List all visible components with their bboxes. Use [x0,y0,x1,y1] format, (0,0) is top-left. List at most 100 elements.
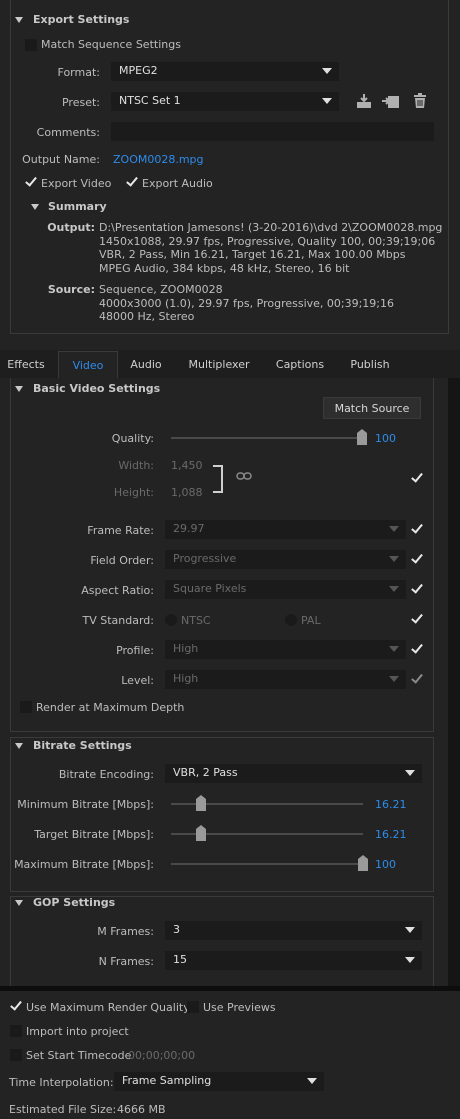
output-summary-label: Output: [47,221,95,234]
preset-label: Preset: [61,96,100,109]
time-interpolation-value: Frame Sampling [122,1074,212,1087]
profile-match-checkbox[interactable] [410,642,424,656]
comments-label: Comments: [36,126,100,139]
import-project-checkbox[interactable] [10,1025,22,1037]
ntsc-radio[interactable] [165,614,177,626]
output-summary-lines: D:\Presentation Jamesons! (3-20-2016)\dv… [99,221,442,275]
quality-label: Quality: [111,432,154,445]
format-dropdown[interactable]: MPEG2 [111,62,339,81]
dimensions-match-checkbox[interactable] [410,471,424,485]
chevron-down-icon [322,98,332,104]
ntsc-label: NTSC [181,614,211,627]
target-bitrate-slider-thumb[interactable] [196,825,206,841]
match-sequence-label: Match Sequence Settings [41,38,181,51]
format-label: Format: [57,66,100,79]
tab-divider [448,378,460,988]
link-icon[interactable] [236,470,252,482]
start-timecode-value: 00;00;00;00 [128,1049,196,1062]
frame-rate-value: 29.97 [173,522,205,535]
render-max-depth-checkbox[interactable] [20,701,32,713]
level-dropdown[interactable]: High [165,670,406,689]
m-frames-label: M Frames: [97,925,154,938]
output-name-label: Output Name: [22,153,100,166]
pal-radio[interactable] [285,614,297,626]
quality-slider-thumb[interactable] [357,429,367,445]
time-interpolation-label: Time Interpolation: [9,1076,114,1089]
chevron-down-icon [389,646,399,652]
quality-slider-track[interactable] [171,437,367,439]
profile-dropdown[interactable]: High [165,640,406,659]
tv-standard-label: TV Standard: [82,614,155,627]
use-previews-checkbox[interactable] [187,1001,199,1013]
aspect-ratio-match-checkbox[interactable] [410,582,424,596]
comments-input[interactable] [111,122,434,141]
collapse-export-settings-icon[interactable] [15,17,23,23]
preset-value: NTSC Set 1 [119,94,181,107]
time-interpolation-dropdown[interactable]: Frame Sampling [114,1072,324,1091]
target-bitrate-value[interactable]: 16.21 [375,828,407,841]
height-label: Height: [113,486,154,499]
max-render-quality-label: Use Maximum Render Quality [26,1001,190,1014]
chevron-down-icon [389,676,399,682]
tab-effects[interactable]: Effects [0,351,52,378]
export-video-label: Export Video [41,177,112,190]
save-preset-icon[interactable] [355,93,373,109]
tab-audio[interactable]: Audio [120,351,172,378]
tab-publish[interactable]: Publish [340,351,400,378]
collapse-summary-icon[interactable] [31,204,39,210]
export-video-checkbox[interactable] [24,175,38,189]
field-order-value: Progressive [173,552,237,565]
aspect-ratio-dropdown[interactable]: Square Pixels [165,580,406,599]
match-sequence-checkbox[interactable] [25,39,37,51]
estimated-size-value: 4666 MB [117,1103,166,1116]
preset-dropdown[interactable]: NTSC Set 1 [111,92,339,111]
level-label: Level: [121,674,154,687]
min-bitrate-slider-thumb[interactable] [196,795,206,811]
collapse-gop-icon[interactable] [15,900,23,906]
m-frames-value: 3 [173,923,180,936]
min-bitrate-value[interactable]: 16.21 [375,798,407,811]
n-frames-value: 15 [173,953,187,966]
tab-video[interactable]: Video [58,351,118,378]
chevron-down-icon [307,1078,317,1084]
collapse-basic-video-icon[interactable] [15,386,23,392]
tv-standard-match-checkbox[interactable] [410,612,424,626]
output-name-link[interactable]: ZOOM0028.mpg [113,153,204,166]
dimension-bracket [213,465,223,493]
aspect-ratio-label: Aspect Ratio: [81,584,154,597]
trash-icon[interactable] [413,93,427,109]
source-summary-label: Source: [47,283,95,296]
field-order-match-checkbox[interactable] [410,552,424,566]
import-preset-icon[interactable] [382,93,400,109]
start-timecode-label: Set Start Timecode [26,1049,132,1062]
max-bitrate-slider-track[interactable] [171,863,363,865]
chevron-down-icon [389,556,399,562]
start-timecode-checkbox[interactable] [10,1049,22,1061]
field-order-dropdown[interactable]: Progressive [165,550,406,569]
n-frames-dropdown[interactable]: 15 [165,951,422,970]
frame-rate-match-checkbox[interactable] [410,522,424,536]
output-line: VBR, 2 Pass, Min 16.21, Target 16.21, Ma… [99,248,406,261]
bitrate-encoding-dropdown[interactable]: VBR, 2 Pass [165,764,422,783]
pal-label: PAL [301,614,321,627]
collapse-bitrate-icon[interactable] [15,743,23,749]
export-audio-checkbox[interactable] [125,175,139,189]
quality-value[interactable]: 100 [375,432,396,445]
level-match-checkbox[interactable] [410,672,424,686]
chevron-down-icon [322,68,332,74]
n-frames-label: N Frames: [98,955,154,968]
source-line: 4000x3000 (1.0), 29.97 fps, Progressive,… [99,296,395,310]
export-settings-title: Export Settings [33,13,130,26]
tab-captions[interactable]: Captions [264,351,336,378]
format-value: MPEG2 [119,64,158,77]
match-source-button[interactable]: Match Source [323,397,421,419]
estimated-size-label: Estimated File Size: [9,1103,117,1116]
tab-multiplexer[interactable]: Multiplexer [178,351,260,378]
max-bitrate-value[interactable]: 100 [375,858,396,871]
m-frames-dropdown[interactable]: 3 [165,921,422,940]
export-audio-label: Export Audio [142,177,213,190]
output-line: MPEG Audio, 384 kbps, 48 kHz, Stereo, 16… [99,261,350,275]
frame-rate-dropdown[interactable]: 29.97 [165,520,406,539]
max-render-quality-checkbox[interactable] [9,999,23,1013]
max-bitrate-slider-thumb[interactable] [358,855,368,871]
